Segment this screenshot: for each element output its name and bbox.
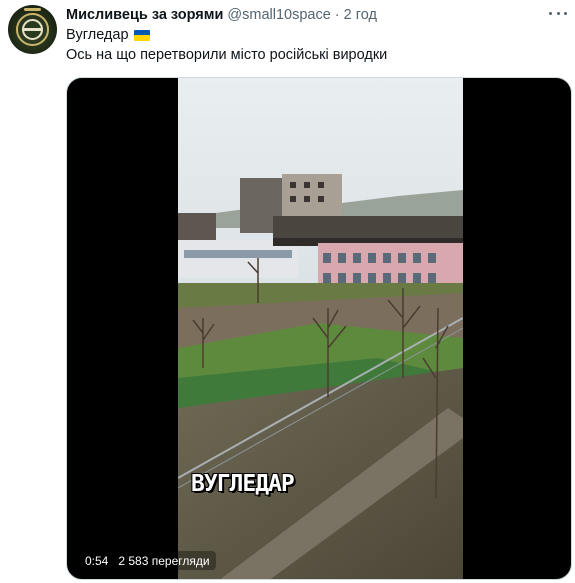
- more-dot: [564, 11, 567, 15]
- avatar[interactable]: [8, 5, 57, 54]
- author-handle[interactable]: @small10space: [227, 7, 330, 23]
- more-dot: [556, 11, 560, 15]
- tweet-timestamp[interactable]: 2 год: [344, 7, 377, 23]
- tweet-text-line1: Вугледар: [66, 27, 150, 43]
- tweet-text-line2: Ось на що перетворили місто російські ви…: [66, 47, 388, 63]
- video-duration: 0:54: [85, 553, 109, 568]
- ukraine-flag-icon: [133, 29, 150, 41]
- tweet-text-city: Вугледар: [66, 27, 129, 43]
- video-info-badge: 0:54 2 583 перегляди: [79, 551, 216, 570]
- more-dot: [549, 11, 552, 15]
- tweet-header: Мисливець за зорями @small10space · 2 го…: [66, 5, 377, 25]
- avatar-emblem-bar: [24, 28, 41, 31]
- more-options-icon[interactable]: [549, 5, 567, 21]
- avatar-emblem-band: [24, 8, 41, 11]
- tweet[interactable]: Мисливець за зорями @small10space · 2 го…: [0, 0, 575, 583]
- author-name[interactable]: Мисливець за зорями: [66, 7, 223, 23]
- video-still-image: [178, 78, 463, 579]
- separator-dot: ·: [334, 7, 340, 23]
- video-overlay-caption: ВУГЛЕДАР: [191, 471, 295, 497]
- video-player[interactable]: ВУГЛЕДАР 0:54 2 583 перегляди: [66, 77, 572, 580]
- video-view-count: 2 583 перегляди: [118, 553, 210, 568]
- video-frame[interactable]: [178, 78, 463, 579]
